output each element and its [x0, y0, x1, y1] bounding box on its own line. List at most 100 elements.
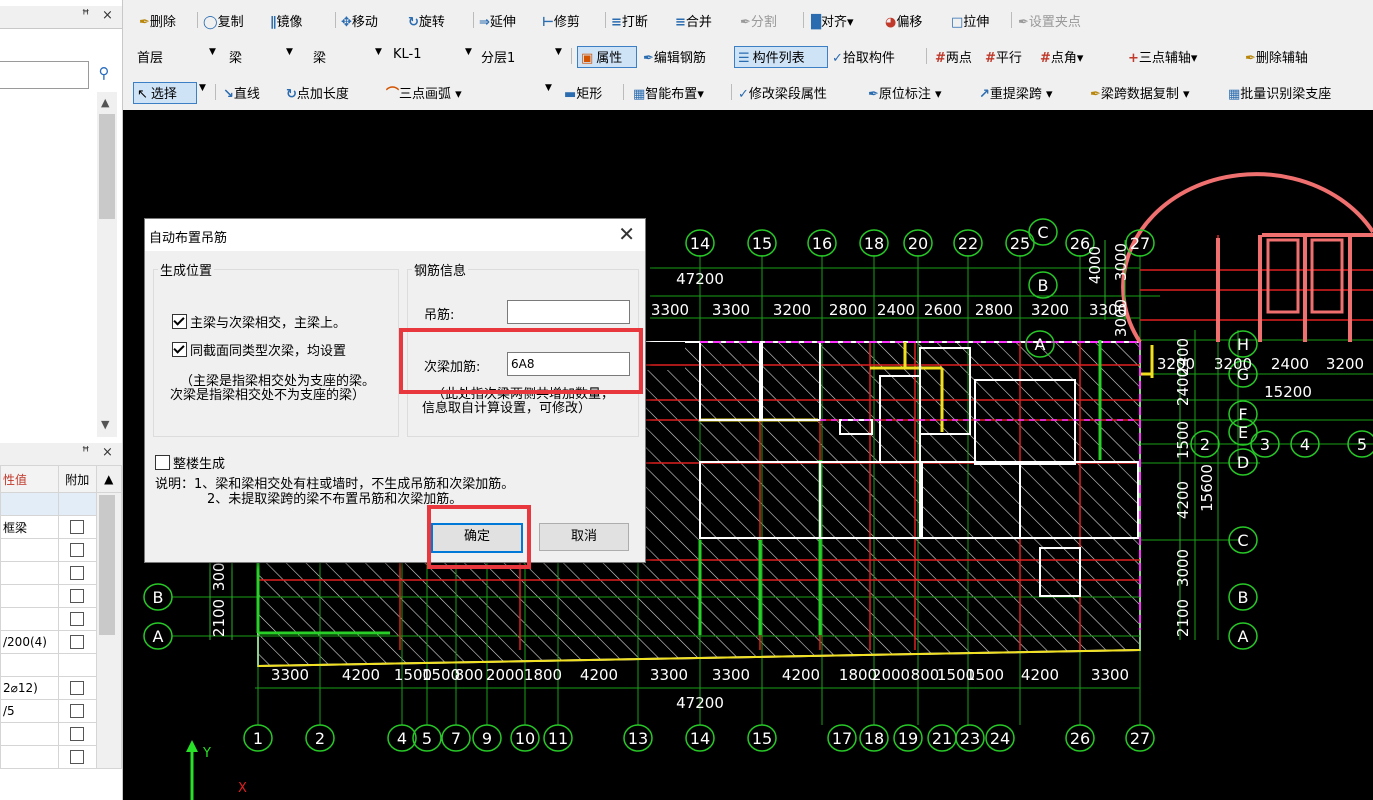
table-row-value — [0, 722, 59, 746]
break-button[interactable]: ≡打断 — [611, 11, 648, 30]
trim-button[interactable]: ⊢修剪 — [542, 11, 580, 30]
split-button[interactable]: ✒分割 — [740, 11, 777, 30]
category-select[interactable]: 梁 ▼ — [229, 46, 307, 66]
batch-identify-button[interactable]: ▦批量识别梁支座 — [1228, 83, 1331, 102]
checkbox[interactable] — [70, 704, 85, 719]
edit-rebar-button[interactable]: ✒编辑钢筋 — [643, 47, 706, 66]
props-panel-header: ꟸ × — [0, 443, 122, 466]
close-icon[interactable]: ✕ — [618, 222, 635, 246]
dimension: 3200 — [773, 301, 811, 319]
axis-label: 5 — [422, 729, 432, 748]
close-icon[interactable]: × — [102, 8, 113, 23]
three-point-aux-button[interactable]: +三点辅轴▾ — [1128, 47, 1197, 66]
delete-aux-button[interactable]: ✒删除辅轴 — [1245, 47, 1308, 66]
vertical-scrollbar[interactable] — [95, 492, 123, 769]
move-button[interactable]: ✥移动 — [341, 11, 378, 30]
cancel-button[interactable]: 取消 — [539, 523, 629, 551]
dimension: 3300 — [271, 666, 309, 684]
select-button[interactable]: ↖ 选择 — [133, 82, 197, 104]
pin-icon[interactable]: ꟸ — [82, 8, 90, 23]
axis-label: 17 — [832, 729, 852, 748]
dimension: 2800 — [975, 301, 1013, 319]
checkbox[interactable] — [70, 750, 85, 765]
merge-icon: ≡ — [675, 15, 686, 30]
scroll-up-icon[interactable]: ▲ — [101, 96, 109, 109]
point-length-button[interactable]: ↻点加长度 — [286, 83, 349, 102]
rotate-button[interactable]: ↻旋转 — [408, 11, 445, 30]
hanger-label: 吊筋: — [424, 308, 455, 323]
dimension: 1500 — [1174, 421, 1192, 459]
hanger-input[interactable] — [507, 300, 630, 324]
copy-span-button[interactable]: ✒梁跨数据复制 ▾ — [1090, 83, 1190, 102]
align-button[interactable]: █对齐▾ — [811, 11, 854, 30]
axis-label: 1 — [253, 729, 263, 748]
merge-button[interactable]: ≡合并 — [675, 11, 712, 30]
member-list-button[interactable]: ☰ 构件列表 — [734, 46, 828, 68]
in-situ-label-button[interactable]: ✒原位标注 ▾ — [868, 83, 942, 102]
scroll-up-icon[interactable]: ▲ — [95, 465, 123, 493]
scrollbar-thumb[interactable] — [98, 495, 115, 635]
rebar-icon: ✒ — [643, 51, 654, 66]
main-beam-option[interactable]: 主梁与次梁相交，主梁上。 — [172, 312, 346, 331]
type-select[interactable]: 梁 ▼ — [313, 46, 399, 66]
arc-button[interactable]: ⌒三点画弧 ▾ — [386, 83, 462, 102]
dimension: 2000 — [872, 666, 910, 684]
member-select[interactable]: KL-1 ▼ — [393, 46, 483, 66]
table-row-value — [0, 561, 59, 585]
delete-button[interactable]: ✒删除 — [139, 11, 176, 30]
stretch-button[interactable]: □拉伸 — [951, 11, 989, 30]
layer-select[interactable]: 分层1 ▼ — [481, 46, 563, 66]
total-dimension: 47200 — [676, 694, 724, 712]
search-icon[interactable]: ⚲ — [92, 64, 116, 86]
pick-member-button[interactable]: ✓拾取构件 — [832, 47, 895, 66]
identify-icon: ▦ — [1228, 87, 1241, 102]
axis-label: 27 — [1130, 729, 1150, 748]
vertical-scrollbar[interactable]: ▲ ▼ — [97, 92, 117, 437]
smart-layout-button[interactable]: ▦智能布置▾ — [633, 83, 704, 102]
search-input[interactable] — [0, 61, 89, 89]
cursor-icon: ↖ — [137, 87, 148, 102]
row-label: E — [1238, 423, 1248, 442]
scroll-down-icon[interactable]: ▼ — [101, 418, 109, 431]
floor-select[interactable]: 首层 ▼ — [137, 46, 219, 66]
dimension: 2800 — [829, 301, 867, 319]
point-angle-button[interactable]: #点角▾ — [1040, 47, 1083, 66]
dimension: 3000 — [1112, 243, 1130, 281]
checkbox[interactable] — [172, 342, 187, 357]
set-grip-button[interactable]: ✒设置夹点 — [1018, 11, 1081, 30]
line-button[interactable]: ↘直线 — [223, 83, 260, 102]
checkbox[interactable] — [70, 612, 85, 627]
checkbox[interactable] — [70, 681, 85, 696]
mirror-button[interactable]: ∥镜像 — [270, 11, 303, 30]
checkbox[interactable] — [70, 589, 85, 604]
scrollbar-thumb[interactable] — [99, 114, 115, 219]
pin-icon[interactable]: ꟸ — [82, 445, 90, 460]
rect-button[interactable]: ▬矩形 — [564, 83, 602, 102]
arc-dropdown[interactable]: ▼ — [545, 83, 552, 93]
checkbox[interactable] — [70, 635, 85, 650]
offset-button[interactable]: ◕偏移 — [885, 11, 922, 30]
dimension: 3000 — [1174, 549, 1192, 587]
same-section-option[interactable]: 同截面同类型次梁，均设置 — [172, 340, 346, 359]
left-panel: ꟸ × ⚲ ▲ ▼ ꟸ × 性值 附加 ▲ 框梁 /200(4) 2⌀12) /… — [0, 0, 123, 800]
select-dropdown[interactable]: ▼ — [199, 83, 206, 93]
repick-span-button[interactable]: ↗重提梁跨 ▾ — [979, 83, 1053, 102]
extend-button[interactable]: ⇒延伸 — [479, 11, 516, 30]
axis-label: 14 — [690, 234, 710, 253]
table-row-value — [0, 492, 59, 516]
close-icon[interactable]: × — [102, 445, 113, 460]
copy-button[interactable]: ◯复制 — [203, 11, 244, 30]
edit-segment-button[interactable]: ✓修改梁段属性 — [738, 83, 827, 102]
checkbox[interactable] — [155, 455, 170, 470]
parallel-button[interactable]: #平行 — [985, 47, 1022, 66]
two-point-button[interactable]: #两点 — [935, 47, 972, 66]
axis-label: 23 — [960, 729, 980, 748]
checkbox[interactable] — [70, 566, 85, 581]
checkbox[interactable] — [70, 520, 85, 535]
checkbox[interactable] — [70, 543, 85, 558]
checkbox[interactable] — [70, 727, 85, 742]
whole-building-option[interactable]: 整楼生成 — [155, 453, 225, 472]
axis-label: 21 — [932, 729, 952, 748]
properties-button[interactable]: ▣ 属性 — [577, 46, 637, 68]
checkbox[interactable] — [172, 314, 187, 329]
